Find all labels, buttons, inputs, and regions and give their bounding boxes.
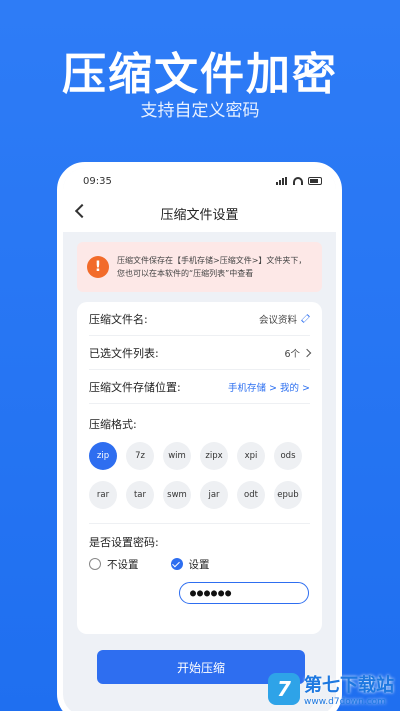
selected-files-count: 6个 (284, 348, 300, 360)
format-chip[interactable]: rar (89, 481, 117, 509)
selected-files-row[interactable]: 已选文件列表: 6个 (89, 336, 312, 370)
storage-location-value[interactable]: 手机存储 > 我的 > (228, 380, 310, 394)
file-name-label: 压缩文件名: (89, 312, 148, 326)
chevron-right-icon (302, 348, 312, 357)
format-chip[interactable]: tar (126, 481, 154, 509)
file-name-text: 会议资料 (258, 314, 297, 326)
settings-card: 压缩文件名: 会议资料 已选文件列表: 6个 压缩文件存储位置: 手机存储 > … (77, 302, 322, 634)
watermark-text: 第七下载站 www.d7down.com (304, 671, 394, 707)
radio-unchecked-icon[interactable] (89, 558, 101, 570)
phone-frame: 09:35 压缩文件设置 ! 压缩文件保存在【手机存储>压缩文件>】文件夹下， … (57, 162, 342, 711)
format-chip[interactable]: zip (89, 442, 117, 470)
status-time: 09:35 (83, 175, 112, 187)
format-label: 压缩格式: (89, 418, 137, 431)
format-chip[interactable]: epub (274, 481, 302, 509)
signal-icon (276, 177, 288, 185)
status-icons (276, 177, 322, 185)
format-chip[interactable]: swm (163, 481, 191, 509)
watermark: 7 第七下载站 www.d7down.com (268, 671, 394, 707)
format-chip[interactable]: ods (274, 442, 302, 470)
file-name-value[interactable]: 会议资料 (259, 312, 310, 326)
edit-pencil-icon[interactable] (301, 314, 310, 323)
format-chip[interactable]: wim (163, 442, 191, 470)
storage-location-label: 压缩文件存储位置: (89, 380, 181, 394)
nav-bar: 压缩文件设置 (63, 194, 336, 232)
page-title: 压缩文件设置 (160, 207, 239, 223)
radio-set-password[interactable]: 设置 (170, 557, 210, 572)
notice-text: 压缩文件保存在【手机存储>压缩文件>】文件夹下， 您也可以在本软件的“压缩列表”… (117, 254, 306, 280)
notice-line-1: 压缩文件保存在【手机存储>压缩文件>】文件夹下， (117, 256, 307, 265)
format-chip[interactable]: 7z (126, 442, 154, 470)
storage-location-row[interactable]: 压缩文件存储位置: 手机存储 > 我的 > (89, 370, 310, 404)
hero-title: 压缩文件加密 (62, 49, 338, 100)
password-label: 是否设置密码: (89, 536, 159, 549)
format-chip[interactable]: zipx (200, 442, 228, 470)
hero-subtitle: 支持自定义密码 (140, 101, 260, 121)
password-options: 不设置 设置 (89, 554, 310, 574)
format-chips: zip 7z wim zipx xpi ods rar tar swm jar … (89, 438, 310, 509)
password-input[interactable] (179, 582, 309, 604)
format-chip[interactable]: xpi (237, 442, 265, 470)
selected-files-value: 6个 (284, 346, 312, 360)
notice-line-2: 您也可以在本软件的“压缩列表”中查看 (117, 269, 254, 278)
selected-files-label: 已选文件列表: (89, 346, 159, 360)
watermark-name: 第七下载站 (304, 675, 394, 696)
wifi-icon (293, 177, 303, 185)
radio-set-password-label: 设置 (188, 558, 210, 571)
radio-no-password-label: 不设置 (107, 558, 139, 571)
watermark-logo-icon: 7 (268, 673, 300, 705)
back-arrow-icon[interactable] (74, 203, 90, 219)
radio-no-password[interactable]: 不设置 (89, 557, 139, 572)
notice-banner: ! 压缩文件保存在【手机存储>压缩文件>】文件夹下， 您也可以在本软件的“压缩列… (77, 242, 322, 292)
file-name-row[interactable]: 压缩文件名: 会议资料 (89, 302, 310, 336)
watermark-url: www.d7down.com (304, 697, 386, 707)
format-chip[interactable]: odt (237, 481, 265, 509)
battery-icon (308, 177, 322, 185)
status-bar: 09:35 (63, 168, 336, 194)
format-chip[interactable]: jar (200, 481, 228, 509)
warning-icon: ! (87, 256, 109, 278)
radio-checked-icon[interactable] (170, 558, 183, 570)
